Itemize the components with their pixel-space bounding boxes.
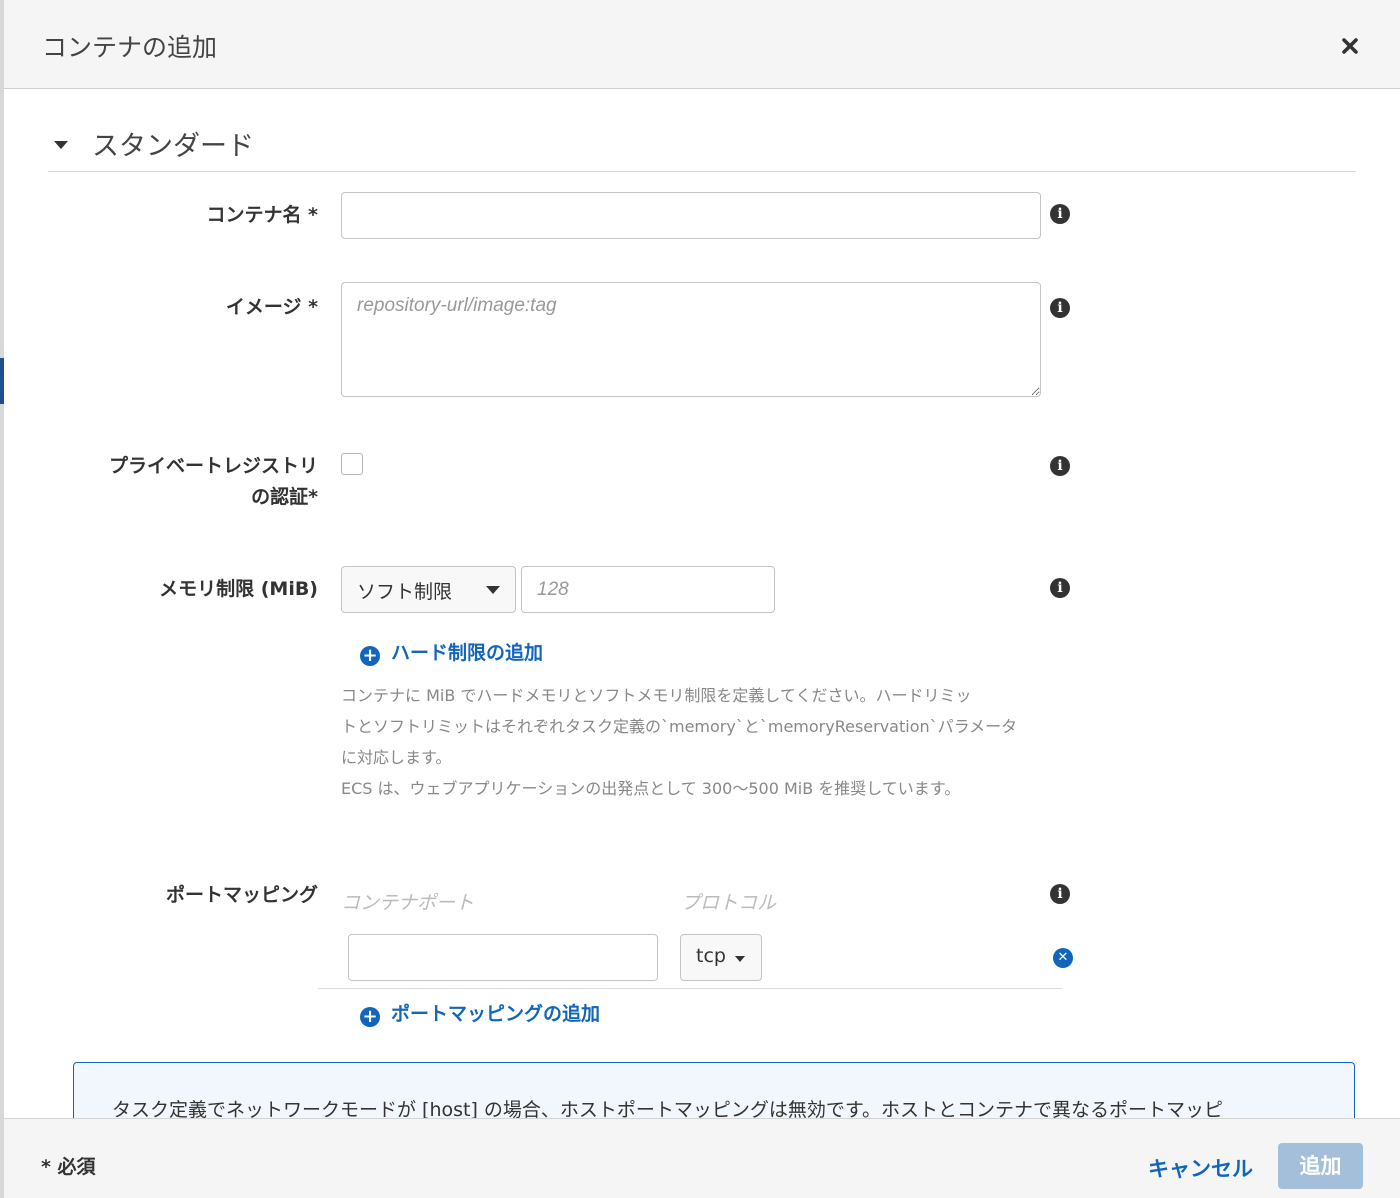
memory-help-text: コンテナに MiB でハードメモリとソフトメモリ制限を定義してください。ハードリ… xyxy=(341,680,1061,804)
add-container-dialog: コンテナの追加 スタンダード コンテナ名 * i イメージ * i プライベート… xyxy=(4,0,1400,1198)
image-textarea[interactable] xyxy=(341,282,1041,397)
port-mapping-label: ポートマッピング xyxy=(165,884,318,906)
info-icon[interactable]: i xyxy=(1050,578,1070,598)
add-hard-limit-link[interactable]: + ハード制限の追加 xyxy=(360,638,543,666)
plus-circle-icon: + xyxy=(360,646,380,666)
container-name-input[interactable] xyxy=(341,192,1041,239)
add-button[interactable]: 追加 xyxy=(1278,1143,1363,1189)
private-registry-label-line2: の認証* xyxy=(251,486,318,508)
dialog-footer: * 必須 キャンセル 追加 xyxy=(4,1118,1400,1198)
help-line: に対応します。 xyxy=(341,748,452,767)
memory-limit-input[interactable] xyxy=(521,566,775,613)
container-port-column-header: コンテナポート xyxy=(341,892,475,914)
image-label: イメージ * xyxy=(225,296,318,318)
protocol-column-header: プロトコル xyxy=(681,892,777,914)
private-registry-checkbox[interactable] xyxy=(341,453,363,475)
section-standard-toggle[interactable]: スタンダード xyxy=(48,118,1356,172)
section-title: スタンダード xyxy=(92,131,254,162)
dialog-header: コンテナの追加 xyxy=(4,0,1400,89)
add-hard-limit-label: ハード制限の追加 xyxy=(391,642,544,664)
dialog-title: コンテナの追加 xyxy=(42,33,218,62)
chevron-down-icon xyxy=(486,586,500,594)
private-registry-label-line1: プライベートレジストリ xyxy=(108,455,318,477)
memory-limit-label: メモリ制限 (MiB) xyxy=(159,578,318,600)
private-registry-label: プライベートレジストリ の認証* xyxy=(109,451,318,513)
chevron-down-icon xyxy=(735,956,745,962)
memory-limit-type-value: ソフト制限 xyxy=(357,581,453,603)
caret-down-icon xyxy=(54,141,68,149)
plus-circle-icon: + xyxy=(360,1007,380,1027)
info-icon[interactable]: i xyxy=(1050,884,1070,904)
help-line: コンテナに MiB でハードメモリとソフトメモリ制限を定義してください。ハードリ… xyxy=(341,686,972,705)
container-port-input[interactable] xyxy=(348,934,658,981)
close-icon[interactable] xyxy=(1340,36,1360,56)
memory-limit-type-select[interactable]: ソフト制限 xyxy=(341,566,516,613)
port-mapping-divider xyxy=(318,988,1062,989)
remove-port-mapping-icon[interactable]: ✕ xyxy=(1053,948,1073,968)
required-note: * 必須 xyxy=(41,1156,96,1178)
protocol-select[interactable]: tcp xyxy=(680,934,762,981)
help-line: ECS は、ウェブアプリケーションの出発点として 300〜500 MiB を推奨… xyxy=(341,779,961,798)
add-port-mapping-link[interactable]: + ポートマッピングの追加 xyxy=(360,999,600,1027)
cancel-button[interactable]: キャンセル xyxy=(1148,1153,1253,1183)
protocol-value: tcp xyxy=(696,945,726,967)
info-icon[interactable]: i xyxy=(1050,456,1070,476)
info-icon[interactable]: i xyxy=(1050,204,1070,224)
add-port-mapping-label: ポートマッピングの追加 xyxy=(391,1003,601,1025)
help-line: トとソフトリミットはそれぞれタスク定義の`memory`と`memoryRese… xyxy=(341,717,1018,736)
container-name-label: コンテナ名 * xyxy=(206,204,318,226)
info-icon[interactable]: i xyxy=(1050,298,1070,318)
